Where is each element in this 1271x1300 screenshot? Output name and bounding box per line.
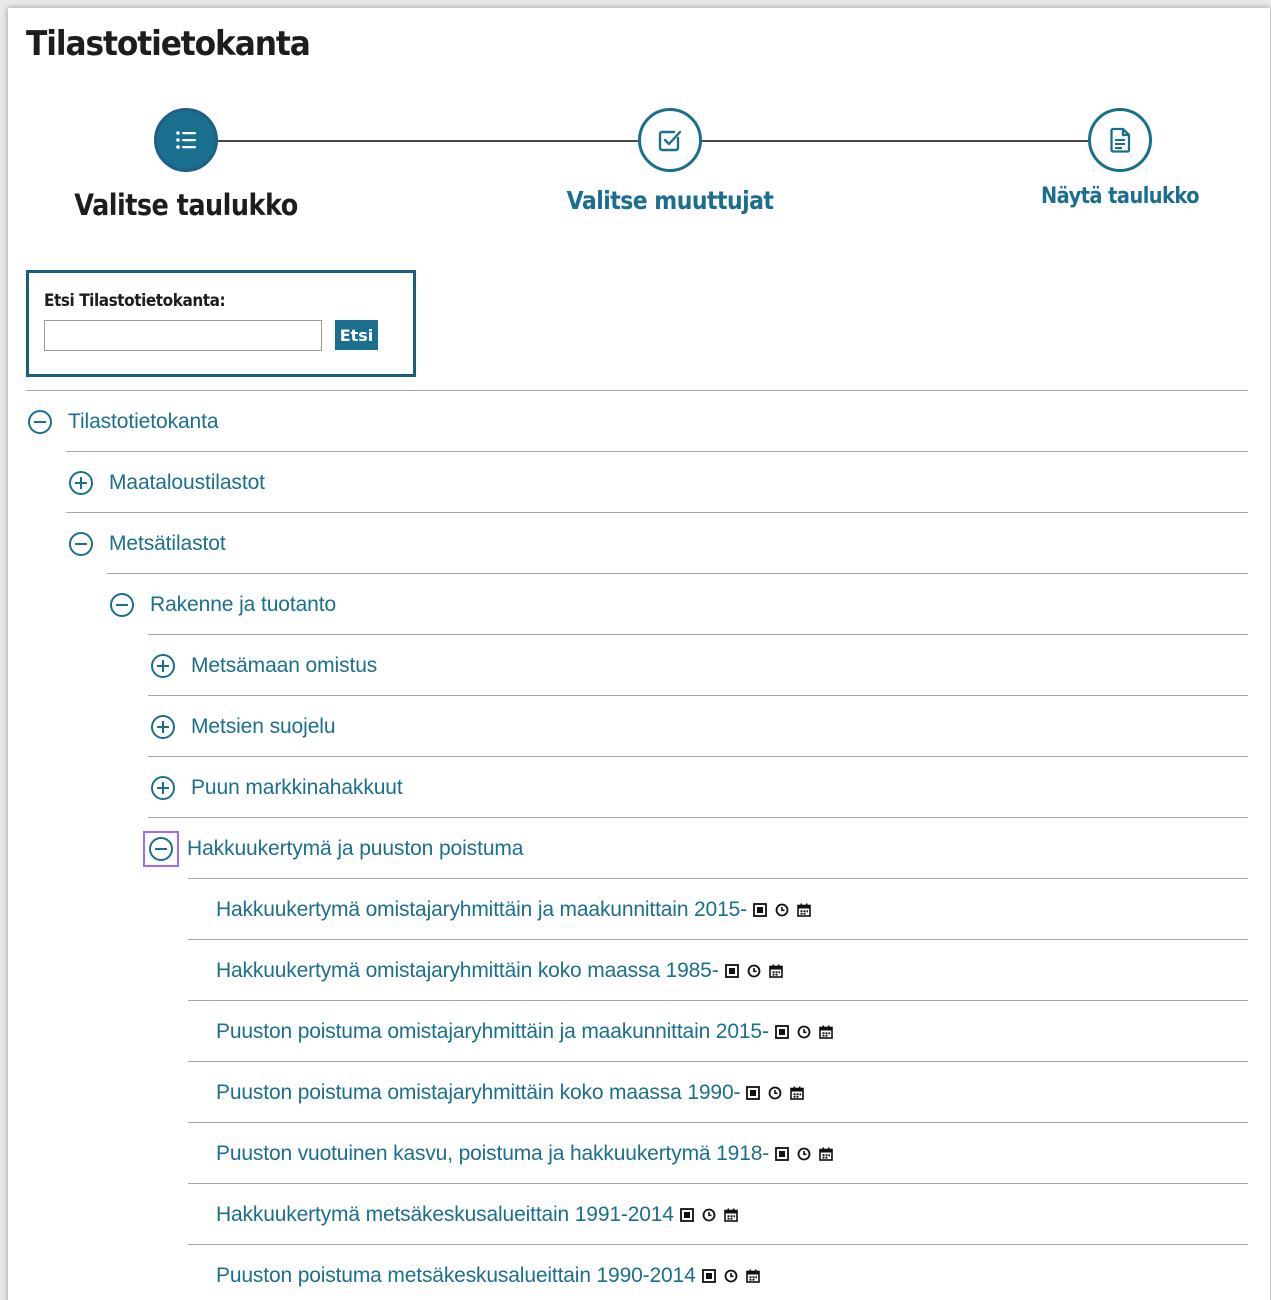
table-meta-icons [679, 1207, 738, 1222]
table-meta-icons [775, 1146, 833, 1161]
stepper-connector [218, 140, 638, 142]
table-row[interactable]: Puuston poistuma omistajaryhmittäin koko… [188, 1061, 1248, 1122]
clock-icon[interactable] [775, 903, 789, 917]
table-meta-icons [746, 1085, 805, 1100]
tree-node-label[interactable]: Puun markkinahakkuut [191, 776, 403, 800]
page: Tilastotietokanta Valitse taulukko Valit… [8, 8, 1270, 1300]
table-link[interactable]: Puuston poistuma omistajaryhmittäin ja m… [216, 1020, 769, 1044]
page-title: Tilastotietokanta [26, 24, 311, 64]
table-info-icon[interactable] [724, 963, 739, 978]
table-row[interactable]: Hakkuukertymä metsäkeskusalueittain 1991… [188, 1183, 1248, 1244]
table-info-icon[interactable] [753, 902, 767, 917]
table-row[interactable]: Puuston poistuma metsäkeskusalueittain 1… [188, 1244, 1248, 1300]
table-meta-icons [774, 1024, 833, 1039]
step-3-circle[interactable] [1088, 108, 1152, 172]
expand-icon[interactable] [151, 714, 175, 739]
tree-node-label[interactable]: Tilastotietokanta [68, 410, 219, 434]
document-icon [1110, 127, 1131, 153]
calendar-icon[interactable] [790, 1086, 805, 1100]
tree-node-root[interactable]: Tilastotietokanta [26, 390, 1248, 451]
table-link[interactable]: Hakkuukertymä omistajaryhmittäin ja maak… [216, 898, 747, 922]
table-link[interactable]: Hakkuukertymä omistajaryhmittäin koko ma… [216, 959, 719, 983]
tree-node-label[interactable]: Hakkuukertymä ja puuston poistuma [187, 837, 523, 861]
step-1-label[interactable]: Valitse taulukko [74, 188, 298, 222]
step-3-label[interactable]: Näytä taulukko [1041, 184, 1200, 209]
clock-icon[interactable] [797, 1025, 811, 1039]
step-2-circle[interactable] [638, 108, 702, 172]
search-input[interactable] [44, 320, 322, 351]
expand-icon[interactable] [69, 470, 93, 495]
table-row[interactable]: Puuston poistuma omistajaryhmittäin ja m… [188, 1000, 1248, 1061]
expand-icon[interactable] [151, 653, 175, 678]
table-meta-icons [724, 963, 783, 978]
table-meta-icons [701, 1268, 760, 1283]
expand-icon[interactable] [151, 775, 175, 800]
calendar-icon[interactable] [745, 1269, 760, 1283]
table-info-icon[interactable] [701, 1268, 716, 1283]
clock-icon[interactable] [747, 964, 761, 978]
tree-node-metsamaan-omistus[interactable]: Metsämaan omistus [148, 634, 1248, 695]
list-icon [176, 131, 196, 149]
search-button[interactable]: Etsi [335, 320, 378, 350]
tree-node-label[interactable]: Metsien suojelu [191, 715, 336, 739]
calendar-icon[interactable] [724, 1208, 738, 1222]
clock-icon[interactable] [797, 1147, 811, 1161]
step-1-circle[interactable] [154, 108, 218, 172]
clock-icon[interactable] [702, 1208, 716, 1222]
tree-node-puun-markkinahakkuut[interactable]: Puun markkinahakkuut [148, 756, 1248, 817]
table-row[interactable]: Puuston vuotuinen kasvu, poistuma ja hak… [188, 1122, 1248, 1183]
collapse-icon[interactable] [28, 409, 52, 434]
calendar-icon[interactable] [797, 903, 811, 917]
tree-node-label[interactable]: Metsätilastot [109, 532, 226, 556]
table-info-icon[interactable] [774, 1024, 789, 1039]
tree-node-metsatilastot[interactable]: Metsätilastot [66, 512, 1248, 573]
calendar-icon[interactable] [818, 1025, 833, 1039]
table-link[interactable]: Puuston poistuma omistajaryhmittäin koko… [216, 1081, 740, 1105]
checkbox-icon [658, 130, 682, 152]
table-link[interactable]: Puuston poistuma metsäkeskusalueittain 1… [216, 1264, 696, 1288]
tree-node-rakenne-ja-tuotanto[interactable]: Rakenne ja tuotanto [107, 573, 1248, 634]
step-2-label[interactable]: Valitse muuttujat [567, 186, 774, 215]
table-link[interactable]: Puuston vuotuinen kasvu, poistuma ja hak… [216, 1142, 769, 1166]
clock-icon[interactable] [724, 1269, 738, 1283]
table-info-icon[interactable] [746, 1085, 761, 1100]
search-panel: Etsi Tilastotietokanta: Etsi [26, 270, 416, 377]
tree-node-hakkuukertyma-ja-puuston-poistuma[interactable]: Hakkuukertymä ja puuston poistuma [143, 817, 1248, 878]
tree-node-label[interactable]: Metsämaan omistus [191, 654, 377, 678]
table-info-icon[interactable] [679, 1207, 694, 1222]
clock-icon[interactable] [768, 1086, 782, 1100]
calendar-icon[interactable] [768, 964, 783, 978]
tree-node-label[interactable]: Maataloustilastot [109, 471, 265, 495]
stepper-connector [702, 140, 1089, 142]
collapse-icon[interactable] [69, 531, 93, 556]
collapse-icon[interactable] [149, 836, 173, 861]
focus-ring[interactable] [143, 830, 179, 867]
tree-node-label[interactable]: Rakenne ja tuotanto [150, 593, 336, 617]
table-meta-icons [753, 902, 811, 917]
search-label: Etsi Tilastotietokanta: [44, 291, 226, 311]
table-row[interactable]: Hakkuukertymä omistajaryhmittäin koko ma… [188, 939, 1248, 1000]
table-info-icon[interactable] [775, 1146, 790, 1161]
table-link[interactable]: Hakkuukertymä metsäkeskusalueittain 1991… [216, 1203, 674, 1227]
tree-node-maataloustilastot[interactable]: Maataloustilastot [66, 451, 1248, 512]
calendar-icon[interactable] [819, 1147, 833, 1161]
collapse-icon[interactable] [110, 592, 134, 617]
table-row[interactable]: Hakkuukertymä omistajaryhmittäin ja maak… [188, 878, 1248, 939]
tree-node-metsien-suojelu[interactable]: Metsien suojelu [148, 695, 1248, 756]
